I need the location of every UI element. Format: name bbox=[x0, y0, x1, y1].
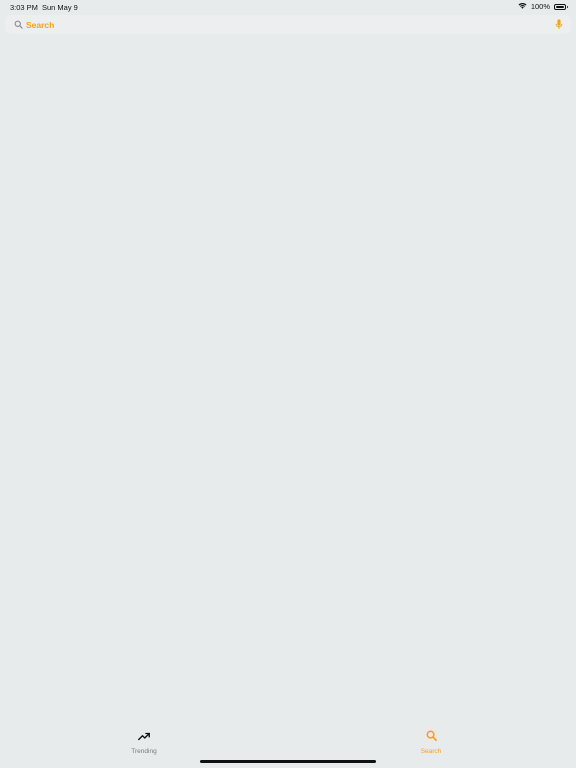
tab-bar: Trending Search bbox=[0, 723, 576, 768]
status-time: 3:03 PM bbox=[10, 3, 38, 12]
status-indicators: 100% bbox=[518, 2, 568, 11]
tab-trending[interactable]: Trending bbox=[104, 728, 184, 755]
tab-search[interactable]: Search bbox=[391, 728, 471, 755]
status-bar: 3:03 PM Sun May 9 100% bbox=[0, 0, 576, 14]
battery-percent: 100% bbox=[530, 2, 550, 11]
battery-icon bbox=[554, 3, 568, 10]
trending-up-icon bbox=[138, 728, 150, 746]
search-icon bbox=[13, 20, 23, 30]
wifi-icon bbox=[518, 2, 527, 11]
microphone-icon[interactable] bbox=[554, 19, 564, 31]
tab-search-label: Search bbox=[420, 748, 442, 755]
home-indicator[interactable] bbox=[200, 760, 376, 763]
search-icon bbox=[426, 728, 437, 746]
search-input[interactable] bbox=[26, 16, 554, 33]
tab-trending-label: Trending bbox=[131, 748, 157, 755]
status-date: Sun May 9 bbox=[42, 3, 78, 12]
search-bar[interactable] bbox=[5, 15, 571, 34]
app-screen: 3:03 PM Sun May 9 100% Search Trending S… bbox=[0, 0, 576, 768]
